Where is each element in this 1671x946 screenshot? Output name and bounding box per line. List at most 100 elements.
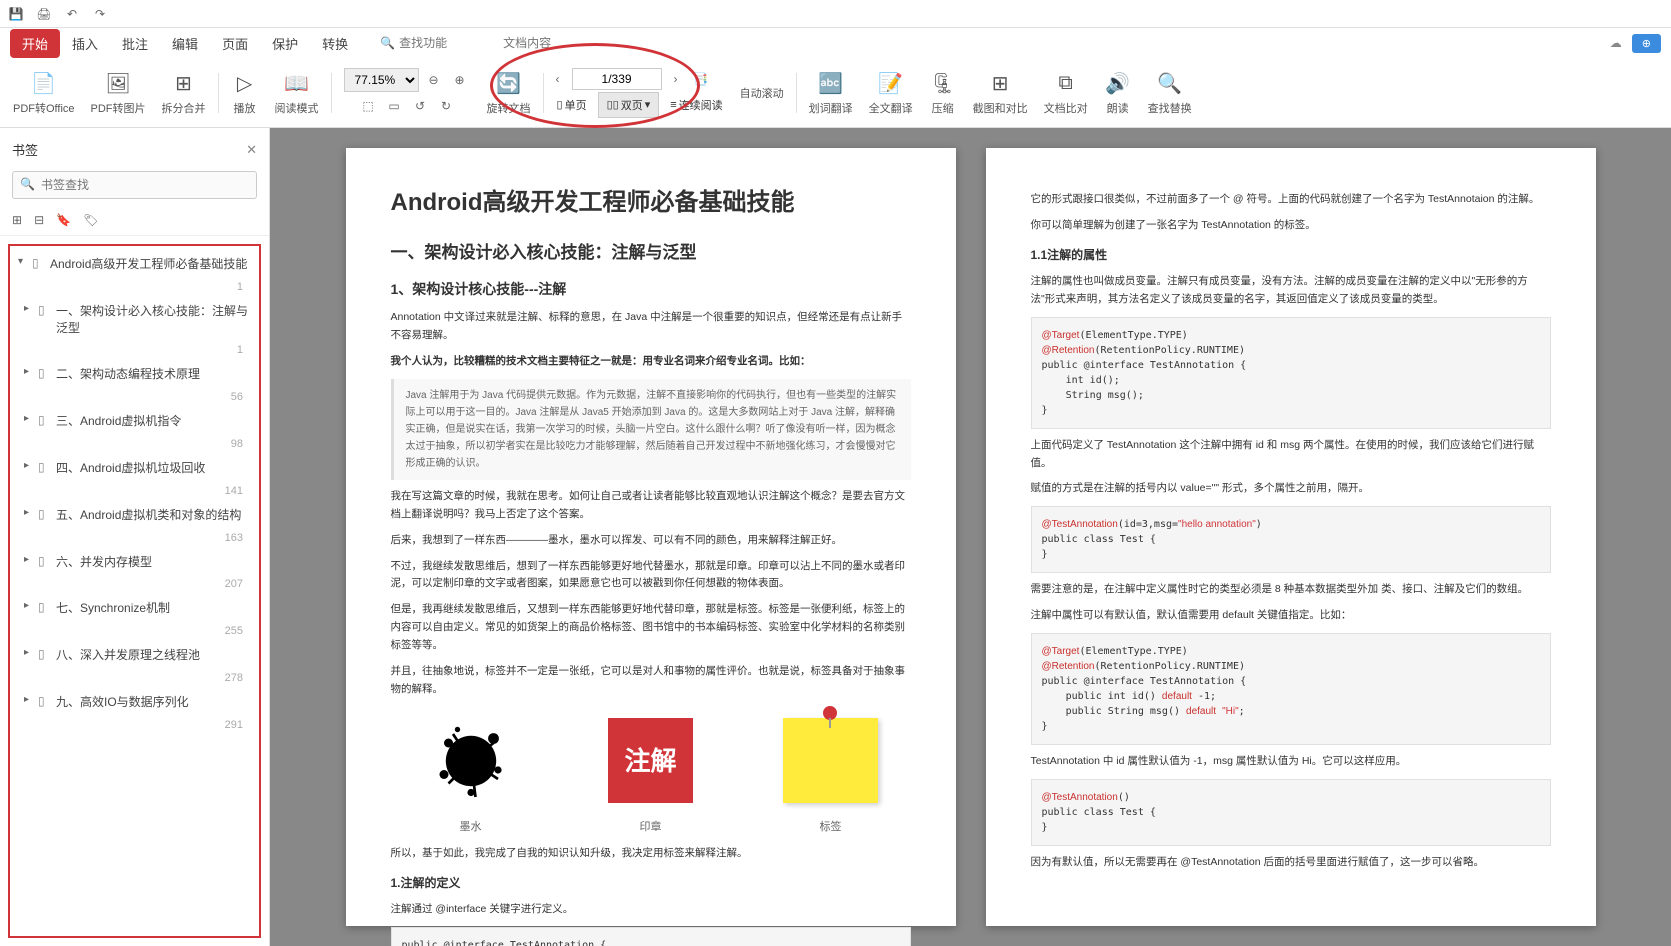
zoom-out-icon[interactable]: ⊖: [423, 69, 445, 91]
next-page-icon[interactable]: ›: [666, 69, 686, 89]
tab-start[interactable]: 开始: [10, 29, 60, 58]
split-merge-button[interactable]: ⊞ 拆分合并: [154, 69, 214, 116]
illustration-row: 墨水 注解 印章 标签: [391, 713, 911, 837]
title-bar: 💾 🖨 ↶ ↷: [0, 0, 1671, 28]
redo-icon[interactable]: ↷: [92, 6, 108, 22]
tab-page[interactable]: 页面: [210, 29, 260, 58]
save-icon[interactable]: 💾: [8, 6, 24, 22]
bookmark-item[interactable]: ▸▯五、Android虚拟机类和对象的结构: [10, 501, 259, 530]
rotate-left-icon[interactable]: ↺: [409, 95, 431, 117]
speaker-icon: 🔊: [1104, 69, 1132, 97]
chevron-right-icon[interactable]: ▸: [24, 366, 34, 377]
rotate-right-icon[interactable]: ↻: [435, 95, 457, 117]
chevron-right-icon[interactable]: ▸: [24, 600, 34, 611]
doc-title: Android高级开发工程师必备基础技能: [391, 183, 911, 224]
tab-insert[interactable]: 插入: [60, 29, 110, 58]
cloud-icon[interactable]: ☁: [1610, 36, 1622, 50]
chevron-right-icon[interactable]: ▸: [24, 554, 34, 565]
bookmark-item[interactable]: ▸▯七、Synchronize机制: [10, 594, 259, 623]
expand-icon[interactable]: ⊞: [12, 213, 22, 227]
zoom-in-icon[interactable]: ⊕: [449, 69, 471, 91]
auto-scroll-button[interactable]: 自动滚动: [732, 85, 792, 101]
split-icon: ⊞: [170, 69, 198, 97]
bookmark-item[interactable]: ▸▯二、架构动态编程技术原理: [10, 360, 259, 389]
bookmark-root[interactable]: ▾ ▯ Android高级开发工程师必备基础技能: [10, 246, 259, 279]
sticky-note-icon: [783, 718, 878, 803]
tab-edit[interactable]: 编辑: [160, 29, 210, 58]
continuous-button[interactable]: ≡连续阅读: [661, 92, 731, 118]
translate-icon: 🔤: [817, 69, 845, 97]
chevron-right-icon[interactable]: ▸: [24, 507, 34, 518]
bookmark-item-icon: ▯: [38, 460, 52, 474]
bookmark-item[interactable]: ▸▯四、Android虚拟机垃圾回收: [10, 454, 259, 483]
print-icon[interactable]: 🖨: [36, 6, 52, 22]
document-content[interactable]: Android高级开发工程师必备基础技能 一、架构设计必入核心技能：注解与泛型 …: [270, 128, 1671, 946]
code-block: public @interface TestAnnotation { }: [391, 927, 911, 946]
chevron-right-icon[interactable]: ▸: [24, 647, 34, 658]
chevron-right-icon[interactable]: ▸: [24, 694, 34, 705]
compress-button[interactable]: 🗜 压缩: [921, 69, 965, 116]
bookmark-item-icon: ▯: [38, 600, 52, 614]
chevron-right-icon[interactable]: ▸: [24, 413, 34, 424]
chevron-right-icon[interactable]: ▸: [24, 303, 34, 314]
fit-width-icon[interactable]: ⬚: [357, 95, 379, 117]
bookmark-item-icon: ▯: [38, 647, 52, 661]
bookmark-item[interactable]: ▸▯八、深入并发原理之线程池: [10, 641, 259, 670]
play-button[interactable]: ▷ 播放: [223, 69, 267, 116]
bookmark-item[interactable]: ▸▯一、架构设计必入核心技能：注解与泛型: [10, 297, 259, 343]
tab-convert[interactable]: 转换: [310, 29, 360, 58]
stamp-icon: 注解: [608, 718, 693, 803]
word-translate-button[interactable]: 🔤 划词翻译: [801, 69, 861, 116]
close-sidebar-icon[interactable]: ✕: [246, 142, 257, 158]
bookmarks-sidebar: 书签 ✕ 🔍 ⊞ ⊟ 🔖 🏷 ▾ ▯ Android高级开发工程师必备基础技能 …: [0, 128, 270, 946]
full-translate-button[interactable]: 📝 全文翻译: [861, 69, 921, 116]
double-page-button[interactable]: ▯▯双页▾: [598, 92, 660, 118]
read-mode-button[interactable]: 📖 阅读模式: [267, 69, 327, 116]
search-func-input[interactable]: [399, 36, 499, 50]
menu-bar: 开始 插入 批注 编辑 页面 保护 转换 🔍 ☁ ⊕: [0, 28, 1671, 58]
bookmark-item[interactable]: ▸▯三、Android虚拟机指令: [10, 407, 259, 436]
rotate-icon: 🔄: [495, 69, 523, 97]
pdf-to-image-button[interactable]: 🖼 PDF转图片: [83, 69, 154, 116]
page-input[interactable]: [572, 68, 662, 90]
pdf-to-office-button[interactable]: 📄 PDF转Office: [5, 69, 83, 116]
chevron-right-icon[interactable]: ▸: [24, 460, 34, 471]
page-1: Android高级开发工程师必备基础技能 一、架构设计必入核心技能：注解与泛型 …: [346, 148, 956, 926]
fit-page-icon[interactable]: ▭: [383, 95, 405, 117]
tab-annotate[interactable]: 批注: [110, 29, 160, 58]
play-icon: ▷: [231, 69, 259, 97]
chevron-down-icon[interactable]: ▾: [18, 256, 28, 267]
find-replace-button[interactable]: 🔍 查找替换: [1140, 69, 1200, 116]
toolbar: 📄 PDF转Office 🖼 PDF转图片 ⊞ 拆分合并 ▷ 播放 📖 阅读模式…: [0, 58, 1671, 128]
find-icon: 🔍: [1156, 69, 1184, 97]
code-block: @TestAnnotation() public class Test { }: [1031, 779, 1551, 846]
page-nav-icon[interactable]: 📑: [690, 68, 712, 90]
doc-compare-button[interactable]: ⧉ 文档比对: [1036, 69, 1096, 116]
screenshot-button[interactable]: ⊞ 截图和对比: [965, 69, 1036, 116]
bookmarks-tree: ▾ ▯ Android高级开发工程师必备基础技能 1 ▸▯一、架构设计必入核心技…: [8, 244, 261, 938]
page-navigation: ‹ › 📑: [548, 68, 732, 90]
undo-icon[interactable]: ↶: [64, 6, 80, 22]
rotate-doc-button[interactable]: 🔄 旋转文档: [479, 69, 539, 116]
bookmark-item[interactable]: ▸▯九、高效IO与数据序列化: [10, 688, 259, 717]
read-button[interactable]: 🔊 朗读: [1096, 69, 1140, 116]
screenshot-icon: ⊞: [986, 69, 1014, 97]
cloud-badge[interactable]: ⊕: [1632, 34, 1661, 53]
bookmark-item-icon: ▯: [38, 694, 52, 708]
compare-icon: ⧉: [1052, 69, 1080, 97]
bookmark-item[interactable]: ▸▯六、并发内存模型: [10, 548, 259, 577]
ink-splat-icon: [426, 716, 516, 806]
tab-protect[interactable]: 保护: [260, 29, 310, 58]
zoom-controls: 77.15% ⊖ ⊕ ⬚ ▭ ↺ ↻: [336, 68, 479, 117]
bookmark-outline-icon[interactable]: 🏷: [83, 213, 98, 227]
single-page-button[interactable]: ▯单页: [548, 92, 596, 118]
code-block: @TestAnnotation(id=3,msg="hello annotati…: [1031, 506, 1551, 573]
collapse-icon[interactable]: ⊟: [34, 213, 44, 227]
search-func[interactable]: 🔍: [380, 36, 603, 50]
prev-page-icon[interactable]: ‹: [548, 69, 568, 89]
code-block: @Target(ElementType.TYPE) @Retention(Ret…: [1031, 633, 1551, 745]
zoom-select[interactable]: 77.15%: [344, 68, 419, 92]
bookmark-search-input[interactable]: [12, 171, 257, 199]
search-content-input[interactable]: [503, 36, 603, 50]
bookmark-icon[interactable]: 🔖: [56, 213, 71, 227]
